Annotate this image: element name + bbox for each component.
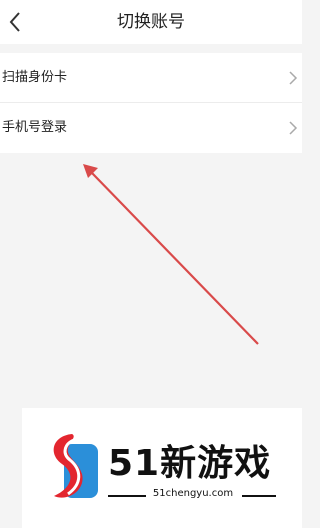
menu-item-label: 扫描身份卡 [2,70,68,85]
page-title: 切换账号 [117,12,185,32]
watermark: 51新游戏 51chengyu.com [22,408,302,528]
header-bar: 切换账号 [0,0,302,44]
watermark-url: 51chengyu.com [152,488,234,499]
brand-logo-icon [53,434,98,498]
chevron-right-icon [289,71,298,85]
app-screen: 切换账号 扫描身份卡 手机号登录 51新游戏 51chengyu.com [0,0,302,528]
watermark-line-right [242,495,276,497]
chevron-right-icon [289,121,298,135]
menu-item-scan-id-card[interactable]: 扫描身份卡 [0,53,302,103]
menu-item-phone-login[interactable]: 手机号登录 [0,103,302,153]
account-options-list: 扫描身份卡 手机号登录 [0,53,302,153]
menu-item-label: 手机号登录 [2,120,68,135]
watermark-brand: 51新游戏 [108,443,272,484]
